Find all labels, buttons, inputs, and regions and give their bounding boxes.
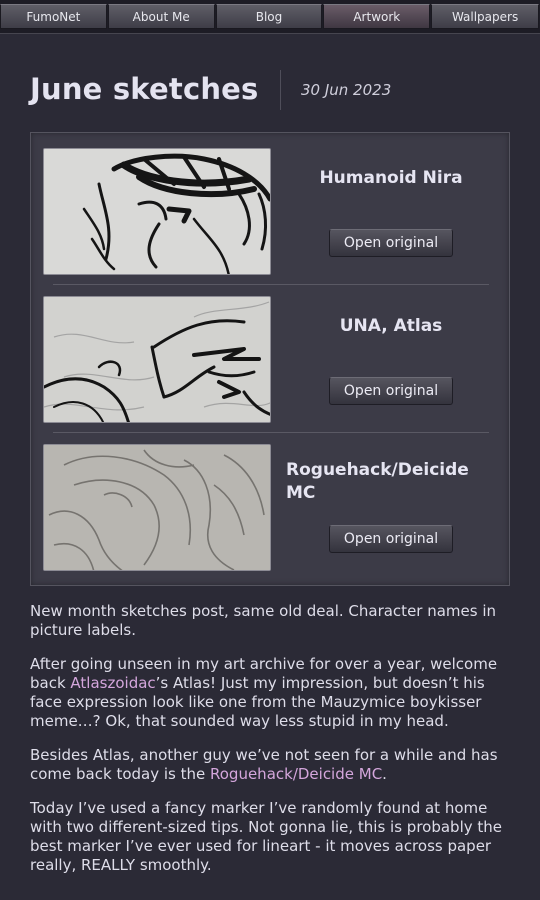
post-date: 30 Jun 2023 <box>301 81 392 99</box>
title-divider <box>280 70 281 110</box>
sketch-thumbnail-humanoid-nira[interactable] <box>43 148 271 275</box>
nav-item-blog[interactable]: Blog <box>215 4 323 29</box>
sketch-image-icon <box>44 149 270 274</box>
nav-item-fumonet[interactable]: FumoNet <box>0 4 107 29</box>
article-paragraph: New month sketches post, same old deal. … <box>30 602 497 639</box>
article-paragraph: Today I’ve used a fancy marker I’ve rand… <box>30 799 503 874</box>
nav-item-about-me[interactable]: About Me <box>107 4 215 29</box>
sketch-gallery: Humanoid Nira Open original UNA, Atlas O… <box>30 132 510 586</box>
article-body: New month sketches post, same old deal. … <box>30 602 510 890</box>
sketch-thumbnail-roguehack-deicide-mc[interactable] <box>43 444 271 571</box>
gallery-item: UNA, Atlas Open original <box>31 281 509 433</box>
sketch-image-icon <box>44 297 270 422</box>
sketch-thumbnail-una-atlas[interactable] <box>43 296 271 423</box>
gallery-caption: Roguehack/Deicide MC <box>286 460 469 503</box>
open-original-button[interactable]: Open original <box>329 229 453 257</box>
gallery-item: Humanoid Nira Open original <box>31 133 509 285</box>
article-paragraph: After going unseen in my art archive for… <box>30 655 510 731</box>
gallery-caption: UNA, Atlas <box>339 316 443 336</box>
open-original-button[interactable]: Open original <box>329 377 453 405</box>
sketch-image-icon <box>44 445 270 570</box>
article-paragraph: Besides Atlas, another guy we’ve not see… <box>30 746 510 784</box>
nav-item-wallpapers[interactable]: Wallpapers <box>431 4 539 29</box>
nav-item-artwork[interactable]: Artwork <box>323 4 431 29</box>
paragraph-text: . <box>382 765 387 783</box>
top-nav: FumoNet About Me Blog Artwork Wallpapers <box>0 0 540 34</box>
open-original-button[interactable]: Open original <box>329 525 453 553</box>
gallery-item: Roguehack/Deicide MC Open original <box>31 429 509 577</box>
atlaszoidac-link[interactable]: Atlaszoidac <box>70 674 155 692</box>
roguehack-deicide-mc-link[interactable]: Roguehack/Deicide MC <box>210 765 382 783</box>
page-title: June sketches <box>30 72 259 106</box>
gallery-caption: Humanoid Nira <box>319 168 463 188</box>
